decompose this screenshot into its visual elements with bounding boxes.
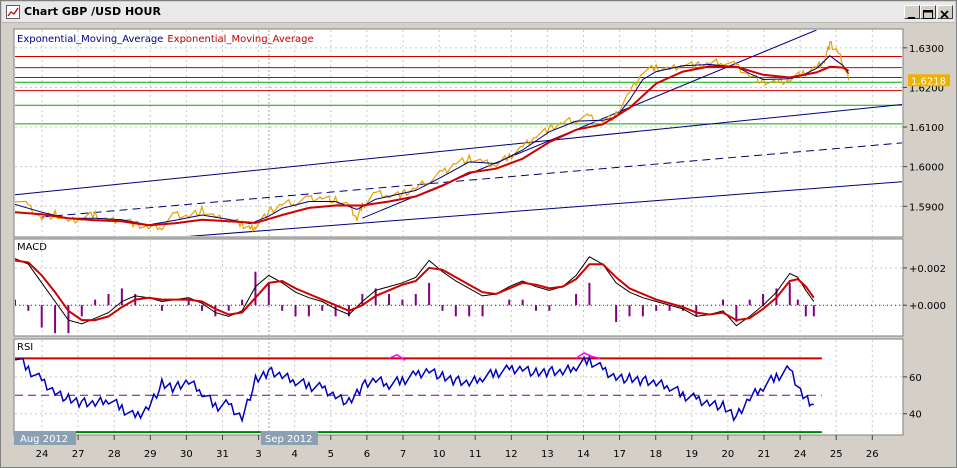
x-tick-label: 11 [469,449,482,460]
x-tick-label: 14 [577,449,590,460]
y-tick-label: 60 [909,373,922,384]
x-axis: 24 27 28 29 30 31 3 4 5 6 7 10 11 12 13 14 17 18 19 20 21 24 2… [36,435,879,460]
month-label-aug-text: Aug 2012 [20,434,68,445]
x-tick-label: 4 [292,449,298,460]
y-tick-label: 1.6300 [909,44,944,55]
x-tick-label: 10 [433,449,446,460]
month-label-sep-text: Sep 2012 [265,434,312,445]
x-tick-label: 24 [36,449,49,460]
x-tick-label: 3 [255,449,261,460]
close-icon [940,10,949,19]
ema-fast-label: Exponential_Moving_Average [17,34,163,45]
window-title: Chart GBP /USD HOUR [24,5,161,18]
x-tick-label: 24 [794,449,807,460]
rsi-label: RSI [17,342,33,353]
x-tick-label: 19 [685,449,698,460]
current-price-label: 1.6218 [911,76,946,87]
x-tick-label: 6 [364,449,370,460]
ema-slow-label: Exponential_Moving_Average [167,34,313,45]
chart-icon [6,5,20,19]
month-label-aug: Aug 2012 [14,431,76,445]
minimize-icon [908,17,915,19]
x-tick-label: 12 [505,449,518,460]
rsi-pane [13,338,904,436]
macd-pane [13,238,904,337]
macd-label: MACD [17,242,47,253]
title-bar[interactable]: Chart GBP /USD HOUR [2,2,955,23]
y-tick-label: +0.002 [909,264,946,275]
x-tick-label: 28 [108,449,121,460]
x-tick-label: 25 [830,449,843,460]
month-label-sep: Sep 2012 [261,431,318,445]
current-price-marker: 1.6218 [908,74,950,87]
chart-area[interactable]: Exponential_Moving_Average Exponential_Mo… [2,23,955,466]
y-tick-label: 1.5900 [909,202,944,213]
maximize-icon [923,10,933,19]
y-tick-label: +0.000 [909,301,946,312]
x-tick-label: 21 [758,449,771,460]
x-tick-label: 18 [649,449,662,460]
x-tick-label: 31 [216,449,229,460]
y-tick-label: 1.6000 [909,163,944,174]
x-tick-label: 29 [144,449,157,460]
y-tick-label: 1.6100 [909,123,944,134]
x-tick-label: 26 [866,449,879,460]
x-tick-label: 27 [72,449,85,460]
x-tick-label: 17 [613,449,626,460]
chart-window: Chart GBP /USD HOUR Exponential_Moving_A… [0,0,957,468]
x-tick-label: 20 [722,449,735,460]
y-axes: 1.63001.62001.61001.60001.5900+0.002+0.0… [903,44,946,421]
y-tick-label: 40 [909,410,922,421]
x-tick-label: 7 [400,449,406,460]
x-tick-label: 13 [541,449,554,460]
x-tick-label: 5 [328,449,334,460]
minimize-button[interactable] [904,5,920,19]
x-tick-label: 30 [180,449,193,460]
price-pane [13,28,904,238]
maximize-button[interactable] [920,5,936,19]
close-button[interactable] [937,5,953,19]
